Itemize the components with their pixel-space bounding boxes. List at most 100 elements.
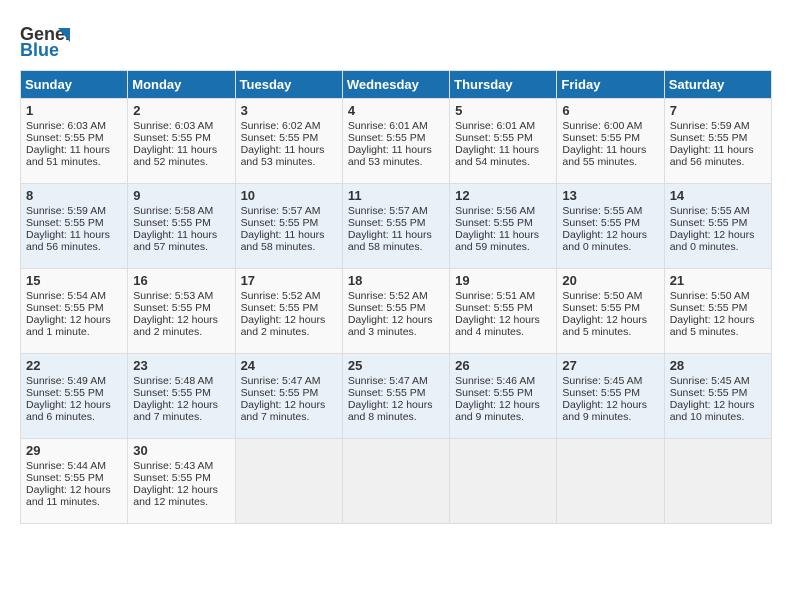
sunrise-text: Sunrise: 5:43 AM: [133, 460, 229, 472]
sunset-text: Sunset: 5:55 PM: [26, 132, 122, 144]
day-number: 4: [348, 103, 444, 118]
sunset-text: Sunset: 5:55 PM: [241, 217, 337, 229]
sunrise-text: Sunrise: 6:01 AM: [348, 120, 444, 132]
sunrise-text: Sunrise: 5:47 AM: [241, 375, 337, 387]
calendar-cell: 10 Sunrise: 5:57 AMSunset: 5:55 PMDayligh…: [235, 184, 342, 269]
daylight-text: Daylight: 12 hours and 10 minutes.: [670, 399, 766, 423]
sunset-text: Sunset: 5:55 PM: [26, 217, 122, 229]
daylight-text: Daylight: 12 hours and 3 minutes.: [348, 314, 444, 338]
sunrise-text: Sunrise: 5:50 AM: [670, 290, 766, 302]
day-number: 16: [133, 273, 229, 288]
day-header-tuesday: Tuesday: [235, 71, 342, 99]
daylight-text: Daylight: 11 hours and 53 minutes.: [348, 144, 444, 168]
daylight-text: Daylight: 12 hours and 2 minutes.: [133, 314, 229, 338]
day-number: 10: [241, 188, 337, 203]
sunset-text: Sunset: 5:55 PM: [348, 132, 444, 144]
calendar-cell: 25Sunrise: 5:47 AMSunset: 5:55 PMDayligh…: [342, 354, 449, 439]
sunrise-text: Sunrise: 5:57 AM: [241, 205, 337, 217]
day-number: 7: [670, 103, 766, 118]
calendar-cell: 11Sunrise: 5:57 AMSunset: 5:55 PMDayligh…: [342, 184, 449, 269]
daylight-text: Daylight: 11 hours and 54 minutes.: [455, 144, 551, 168]
sunset-text: Sunset: 5:55 PM: [670, 302, 766, 314]
sunset-text: Sunset: 5:55 PM: [348, 387, 444, 399]
calendar-cell: 12Sunrise: 5:56 AMSunset: 5:55 PMDayligh…: [450, 184, 557, 269]
day-number: 6: [562, 103, 658, 118]
calendar-cell: 6Sunrise: 6:00 AMSunset: 5:55 PMDaylight…: [557, 99, 664, 184]
daylight-text: Daylight: 12 hours and 2 minutes.: [241, 314, 337, 338]
daylight-text: Daylight: 12 hours and 9 minutes.: [562, 399, 658, 423]
calendar-cell: [450, 439, 557, 524]
calendar-cell: 22Sunrise: 5:49 AMSunset: 5:55 PMDayligh…: [21, 354, 128, 439]
logo: General Blue: [20, 20, 70, 60]
sunset-text: Sunset: 5:55 PM: [455, 132, 551, 144]
day-header-friday: Friday: [557, 71, 664, 99]
sunset-text: Sunset: 5:55 PM: [133, 387, 229, 399]
daylight-text: Daylight: 12 hours and 0 minutes.: [670, 229, 766, 253]
sunset-text: Sunset: 5:55 PM: [455, 302, 551, 314]
day-header-saturday: Saturday: [664, 71, 771, 99]
calendar-cell: 23Sunrise: 5:48 AMSunset: 5:55 PMDayligh…: [128, 354, 235, 439]
sunset-text: Sunset: 5:55 PM: [241, 387, 337, 399]
sunset-text: Sunset: 5:55 PM: [455, 387, 551, 399]
calendar-cell: 16Sunrise: 5:53 AMSunset: 5:55 PMDayligh…: [128, 269, 235, 354]
day-number: 25: [348, 358, 444, 373]
sunrise-text: Sunrise: 6:00 AM: [562, 120, 658, 132]
sunrise-text: Sunrise: 5:48 AM: [133, 375, 229, 387]
sunrise-text: Sunrise: 5:44 AM: [26, 460, 122, 472]
sunset-text: Sunset: 5:55 PM: [455, 217, 551, 229]
sunrise-text: Sunrise: 5:55 AM: [562, 205, 658, 217]
sunset-text: Sunset: 5:55 PM: [26, 387, 122, 399]
daylight-text: Daylight: 11 hours and 53 minutes.: [241, 144, 337, 168]
daylight-text: Daylight: 11 hours and 58 minutes.: [241, 229, 337, 253]
sunrise-text: Sunrise: 5:52 AM: [348, 290, 444, 302]
sunrise-text: Sunrise: 5:55 AM: [670, 205, 766, 217]
calendar-cell: 7Sunrise: 5:59 AMSunset: 5:55 PMDaylight…: [664, 99, 771, 184]
daylight-text: Daylight: 11 hours and 57 minutes.: [133, 229, 229, 253]
sunrise-text: Sunrise: 5:45 AM: [670, 375, 766, 387]
sunset-text: Sunset: 5:55 PM: [670, 387, 766, 399]
sunrise-text: Sunrise: 5:52 AM: [241, 290, 337, 302]
page-header: General Blue: [20, 20, 772, 60]
sunrise-text: Sunrise: 5:45 AM: [562, 375, 658, 387]
sunset-text: Sunset: 5:55 PM: [133, 132, 229, 144]
daylight-text: Daylight: 12 hours and 9 minutes.: [455, 399, 551, 423]
daylight-text: Daylight: 12 hours and 4 minutes.: [455, 314, 551, 338]
logo-icon: General Blue: [20, 20, 70, 60]
calendar-table: SundayMondayTuesdayWednesdayThursdayFrid…: [20, 70, 772, 524]
day-number: 19: [455, 273, 551, 288]
sunset-text: Sunset: 5:55 PM: [670, 217, 766, 229]
sunset-text: Sunset: 5:55 PM: [26, 302, 122, 314]
daylight-text: Daylight: 12 hours and 5 minutes.: [562, 314, 658, 338]
sunrise-text: Sunrise: 5:49 AM: [26, 375, 122, 387]
calendar-cell: 4 Sunrise: 6:01 AMSunset: 5:55 PMDaylight…: [342, 99, 449, 184]
day-number: 21: [670, 273, 766, 288]
day-number: 14: [670, 188, 766, 203]
calendar-cell: 30Sunrise: 5:43 AMSunset: 5:55 PMDayligh…: [128, 439, 235, 524]
daylight-text: Daylight: 12 hours and 0 minutes.: [562, 229, 658, 253]
day-number: 26: [455, 358, 551, 373]
day-number: 5: [455, 103, 551, 118]
sunrise-text: Sunrise: 5:50 AM: [562, 290, 658, 302]
sunset-text: Sunset: 5:55 PM: [133, 302, 229, 314]
day-number: 24: [241, 358, 337, 373]
sunrise-text: Sunrise: 6:03 AM: [133, 120, 229, 132]
daylight-text: Daylight: 11 hours and 56 minutes.: [670, 144, 766, 168]
daylight-text: Daylight: 11 hours and 56 minutes.: [26, 229, 122, 253]
day-header-sunday: Sunday: [21, 71, 128, 99]
daylight-text: Daylight: 12 hours and 5 minutes.: [670, 314, 766, 338]
svg-text:Blue: Blue: [20, 40, 59, 60]
sunset-text: Sunset: 5:55 PM: [241, 132, 337, 144]
day-number: 1: [26, 103, 122, 118]
day-number: 3: [241, 103, 337, 118]
calendar-cell: 19 Sunrise: 5:51 AMSunset: 5:55 PMDayligh…: [450, 269, 557, 354]
daylight-text: Daylight: 12 hours and 7 minutes.: [133, 399, 229, 423]
calendar-cell: 17Sunrise: 5:52 AMSunset: 5:55 PMDayligh…: [235, 269, 342, 354]
sunrise-text: Sunrise: 5:51 AM: [455, 290, 551, 302]
day-number: 30: [133, 443, 229, 458]
day-number: 12: [455, 188, 551, 203]
calendar-cell: 26Sunrise: 5:46 AMSunset: 5:55 PMDayligh…: [450, 354, 557, 439]
daylight-text: Daylight: 11 hours and 51 minutes.: [26, 144, 122, 168]
daylight-text: Daylight: 12 hours and 11 minutes.: [26, 484, 122, 508]
calendar-cell: [664, 439, 771, 524]
calendar-cell: 27Sunrise: 5:45 AMSunset: 5:55 PMDayligh…: [557, 354, 664, 439]
